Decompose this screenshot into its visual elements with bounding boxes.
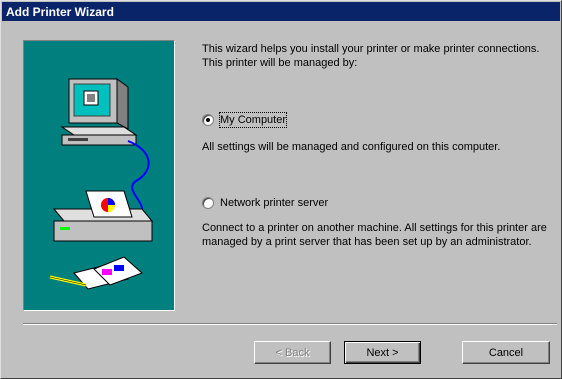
window-title: Add Printer Wizard (6, 5, 114, 19)
network-printer-server-option[interactable]: Network printer server (202, 196, 328, 210)
my-computer-description: All settings will be managed and configu… (202, 141, 501, 153)
computer-printer-illustration (49, 78, 154, 290)
add-printer-wizard-window: Add Printer Wizard This wizard helps you… (0, 0, 562, 379)
network-printer-server-radio[interactable] (202, 197, 214, 209)
network-printer-server-description: Connect to a printer on another machine.… (202, 222, 547, 248)
network-printer-server-label[interactable]: Network printer server (220, 196, 328, 210)
my-computer-option[interactable]: My Computer (202, 112, 288, 128)
title-bar[interactable]: Add Printer Wizard (2, 2, 560, 21)
next-button[interactable]: Next > (344, 341, 421, 364)
intro-text: This wizard helps you install your print… (202, 43, 540, 69)
my-computer-radio[interactable] (202, 114, 214, 126)
my-computer-label[interactable]: My Computer (218, 112, 288, 128)
separator (23, 323, 557, 325)
back-button[interactable]: < Back (254, 341, 331, 364)
wizard-illustration (23, 40, 175, 311)
cancel-button[interactable]: Cancel (462, 341, 550, 364)
